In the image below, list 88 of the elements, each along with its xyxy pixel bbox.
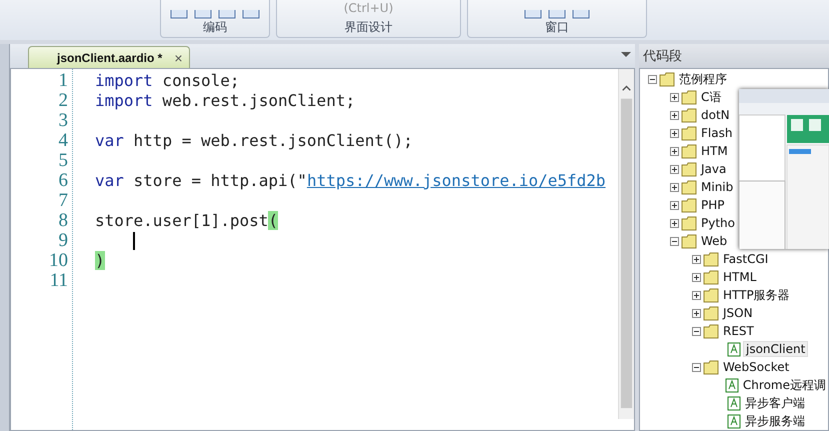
tree-item[interactable]: JSON <box>721 306 755 320</box>
folder-icon <box>681 198 697 212</box>
expand-icon[interactable] <box>670 146 679 156</box>
folder-icon <box>681 144 697 158</box>
tree-item[interactable]: C语 <box>699 90 724 104</box>
line-number: 7 <box>58 191 69 211</box>
folder-icon <box>681 162 697 176</box>
tree-item[interactable]: HTM <box>699 144 730 158</box>
code-line: import web.rest.jsonClient; <box>95 91 356 111</box>
expand-icon[interactable] <box>692 290 701 300</box>
expand-icon[interactable] <box>670 128 679 138</box>
folder-icon <box>681 216 697 230</box>
expand-icon[interactable] <box>670 200 679 210</box>
tree-item[interactable]: FastCGI <box>721 252 770 266</box>
close-button[interactable]: × <box>174 50 183 64</box>
file-icon <box>727 414 741 428</box>
tree-item[interactable]: Flash <box>699 126 734 140</box>
line-number: 11 <box>48 271 69 291</box>
tree-item[interactable]: Minib <box>699 180 736 194</box>
tree-item[interactable]: REST <box>721 324 756 338</box>
toolbar-icon[interactable] <box>242 10 260 19</box>
expand-icon[interactable] <box>692 272 701 282</box>
folder-icon <box>681 234 697 248</box>
folder-icon <box>703 270 719 284</box>
file-tab[interactable]: jsonClient.aardio * × <box>28 46 190 68</box>
group-label: 界面设计 <box>344 20 392 36</box>
expand-icon[interactable] <box>670 218 679 228</box>
toolbar-icon[interactable] <box>218 10 236 19</box>
line-number: 3 <box>58 111 69 131</box>
line-number: 9 <box>58 231 69 251</box>
tree-item[interactable]: jsonClient <box>743 341 808 357</box>
expand-icon[interactable] <box>670 110 679 120</box>
folder-icon <box>703 252 719 266</box>
folder-icon <box>703 360 719 374</box>
tree-item[interactable]: Java <box>699 162 728 176</box>
folder-icon <box>681 108 697 122</box>
toolbar-icon[interactable] <box>524 10 542 19</box>
dropdown-icon[interactable] <box>621 52 631 57</box>
folder-icon <box>703 324 719 338</box>
expand-icon[interactable] <box>692 308 701 318</box>
toolbar-icon[interactable] <box>170 10 188 19</box>
folder-icon <box>681 180 697 194</box>
group-label: 窗口 <box>545 20 569 36</box>
tree-item[interactable]: dotN <box>699 108 732 122</box>
tree-item[interactable]: Web <box>699 234 730 248</box>
file-icon <box>727 342 741 356</box>
tree-item[interactable]: WebSocket <box>721 360 792 374</box>
folder-icon <box>703 288 719 302</box>
code-line: var http = web.rest.jsonClient(); <box>95 131 413 151</box>
expand-icon[interactable] <box>670 92 679 102</box>
line-number: 4 <box>58 131 69 151</box>
tree-item[interactable]: HTTP服务器 <box>721 288 792 302</box>
tree-item[interactable]: HTML <box>721 270 758 284</box>
file-icon <box>727 396 741 410</box>
expand-icon[interactable] <box>670 164 679 174</box>
tree-item[interactable]: 异步服务端 <box>743 414 807 428</box>
tree-item[interactable]: 异步客户端 <box>743 396 807 410</box>
code-line: import console; <box>95 71 240 91</box>
code-line: store.user[1].post( <box>95 211 278 231</box>
toolbar-icon[interactable] <box>548 10 566 19</box>
collapse-icon[interactable] <box>692 362 701 372</box>
line-number: 10 <box>48 251 69 271</box>
collapse-icon[interactable] <box>670 236 679 246</box>
collapse-icon[interactable] <box>692 326 701 336</box>
shortcut-label: (Ctrl+U) <box>344 2 394 15</box>
toolbar-icon[interactable] <box>194 10 212 19</box>
line-number: 1 <box>58 71 69 91</box>
code-line: var store = http.api("https://www.jsonstore.io/e5fd2b <box>95 171 606 191</box>
folder-icon <box>703 306 719 320</box>
folder-icon <box>659 72 675 86</box>
toolbar-icon[interactable] <box>572 10 590 19</box>
expand-icon[interactable] <box>692 254 701 264</box>
tree-item[interactable]: PHP <box>699 198 726 212</box>
expand-icon[interactable] <box>670 182 679 192</box>
folder-icon <box>681 126 697 140</box>
folder-icon <box>681 90 697 104</box>
line-number: 6 <box>58 171 69 191</box>
tree-item[interactable]: 范例程序 <box>677 72 729 86</box>
tree-item[interactable]: Pytho <box>699 216 737 230</box>
group-label: 编码 <box>203 20 227 36</box>
collapse-icon[interactable] <box>648 74 657 84</box>
line-number: 2 <box>58 91 69 111</box>
file-icon <box>724 378 739 392</box>
line-number: 5 <box>58 151 69 171</box>
tree-item[interactable]: Chrome远程调 <box>740 378 828 392</box>
line-number: 8 <box>58 211 69 231</box>
scrollbar[interactable] <box>618 69 634 419</box>
panel-title: 代码段 <box>643 49 682 64</box>
